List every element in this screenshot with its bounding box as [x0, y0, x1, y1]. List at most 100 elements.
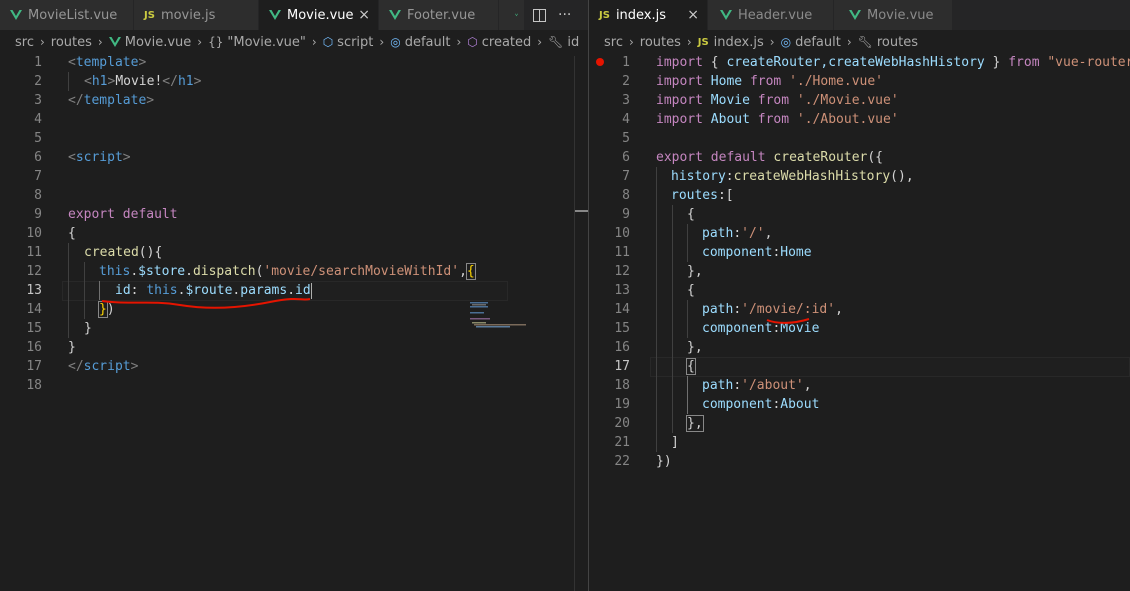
line-number: 2 — [622, 74, 630, 89]
breadcrumb-label: "Movie.vue" — [227, 34, 306, 50]
breadcrumb-label: id — [567, 34, 580, 50]
line-number: 3 — [34, 93, 42, 108]
line-number: 10 — [26, 226, 42, 241]
code-line: component:About — [702, 397, 820, 412]
line-number: 18 — [26, 378, 42, 393]
breadcrumb-item[interactable]: {} "Movie.vue" — [208, 35, 306, 50]
tab-label: Header.vue — [738, 7, 813, 23]
chevron-right-icon: › — [628, 35, 634, 49]
symbol-icon: ◎ — [390, 35, 401, 49]
chevron-right-icon: › — [537, 35, 543, 49]
close-icon[interactable]: × — [687, 7, 699, 23]
line-number: 6 — [34, 150, 42, 165]
close-icon[interactable]: × — [358, 7, 370, 23]
line-number: 1 — [622, 55, 630, 70]
line-number: 11 — [26, 245, 42, 260]
code-line: }, — [687, 264, 703, 279]
tab-footer-vue[interactable]: Footer.vue — [379, 0, 499, 30]
code-line: import Home from './Home.vue' — [656, 74, 883, 89]
breadcrumb-item[interactable]: 🔧︎ id — [548, 35, 579, 50]
tab-movie-js[interactable]: JS movie.js — [134, 0, 259, 30]
vue-icon — [269, 10, 281, 20]
line-number: 14 — [614, 302, 630, 317]
breadcrumb: src › routes › JS index.js › ◎ default ›… — [589, 30, 1130, 54]
line-number: 6 — [622, 150, 630, 165]
code-line: <template> — [68, 55, 147, 70]
red-underline-annotation — [101, 297, 311, 309]
line-number: 15 — [26, 321, 42, 336]
breadcrumb-label: Movie.vue — [124, 34, 192, 50]
line-number: 17 — [614, 359, 630, 374]
code-line: } — [68, 340, 76, 355]
cube-icon: ⬡ — [322, 35, 334, 49]
breadcrumb-item[interactable]: ⬡ script — [323, 35, 374, 50]
tab-movie-vue[interactable]: Movie.vue × — [259, 0, 379, 30]
line-number: 8 — [34, 188, 42, 203]
chevron-right-icon: › — [456, 35, 462, 49]
breadcrumb-item[interactable]: 🔧︎ routes — [858, 35, 918, 50]
breadcrumb-item[interactable]: src — [604, 35, 623, 50]
line-number: 11 — [614, 245, 630, 260]
tab-index-js[interactable]: JS index.js × — [589, 0, 708, 30]
code-line: }, — [687, 340, 703, 355]
chevron-right-icon: › — [846, 35, 852, 49]
breadcrumb-label: script — [337, 34, 374, 50]
code-line: export default createRouter({ — [656, 150, 883, 165]
code-line: </script> — [68, 359, 139, 374]
tab-movielist-vue[interactable]: MovieList.vue — [0, 0, 134, 30]
tab-overflow[interactable] — [499, 0, 525, 30]
line-number: 5 — [622, 131, 630, 146]
line-number: 13 — [26, 283, 42, 298]
tab-header-vue[interactable]: Header.vue — [708, 0, 834, 30]
code-line: export default — [68, 207, 178, 222]
line-number: 21 — [614, 435, 630, 450]
minimap[interactable] — [470, 53, 530, 591]
breadcrumb-item[interactable]: ◎ default — [781, 35, 841, 50]
code-line: { — [687, 283, 695, 298]
code-editor[interactable]: 1 import { createRouter,createWebHashHist… — [589, 53, 1130, 591]
line-number: 10 — [614, 226, 630, 241]
line-number: 9 — [622, 207, 630, 222]
code-line: { — [68, 226, 76, 241]
chevron-right-icon: › — [379, 35, 385, 49]
line-number: 12 — [614, 264, 630, 279]
breadcrumb-label: created — [481, 34, 532, 50]
line-number: 15 — [614, 321, 630, 336]
code-line: <script> — [68, 150, 131, 165]
wrench-icon: 🔧︎ — [857, 35, 873, 49]
line-number: 13 — [614, 283, 630, 298]
tab-label: Movie.vue — [287, 7, 354, 23]
breadcrumb-item[interactable]: src — [15, 35, 34, 50]
vue-icon — [10, 10, 22, 20]
breadcrumb-item-file[interactable]: JS index.js — [698, 35, 764, 50]
breadcrumb-item-file[interactable]: Movie.vue — [108, 34, 192, 50]
cube-icon: ⬡ — [467, 35, 478, 49]
vue-icon — [515, 13, 518, 17]
vertical-scrollbar[interactable] — [574, 56, 588, 591]
split-editor-icon[interactable] — [533, 8, 546, 22]
breadcrumb-item[interactable]: routes — [640, 35, 681, 50]
breadcrumb-label: default — [795, 34, 841, 50]
code-editor[interactable]: 1 <template> 2 <h1>Movie!</h1> 3 </template… — [0, 53, 588, 591]
right-editor-group: JS index.js × Header.vue Movie.vue src ›… — [589, 0, 1130, 591]
code-line: path:'/about', — [702, 378, 812, 393]
code-line: path:'/', — [702, 226, 773, 241]
tab-movie-vue[interactable]: Movie.vue — [834, 0, 953, 30]
line-number: 20 — [614, 416, 630, 431]
line-number: 8 — [622, 188, 630, 203]
line-number: 18 — [614, 378, 630, 393]
line-number: 1 — [34, 55, 42, 70]
breadcrumb-item[interactable]: ◎ default — [390, 35, 450, 50]
vue-icon — [849, 10, 861, 20]
line-number: 7 — [34, 169, 42, 184]
breadcrumb-item[interactable]: routes — [51, 35, 92, 50]
code-line: routes:[ — [671, 188, 734, 203]
js-icon: JS — [697, 36, 709, 48]
more-actions-icon[interactable]: ··· — [558, 7, 571, 23]
tab-label: MovieList.vue — [28, 7, 118, 23]
code-line: <h1>Movie!</h1> — [84, 74, 202, 89]
tab-label: Movie.vue — [867, 7, 934, 23]
line-number: 4 — [34, 112, 42, 127]
breadcrumb-item[interactable]: ⬡ created — [467, 35, 531, 50]
js-icon: JS — [599, 9, 610, 21]
